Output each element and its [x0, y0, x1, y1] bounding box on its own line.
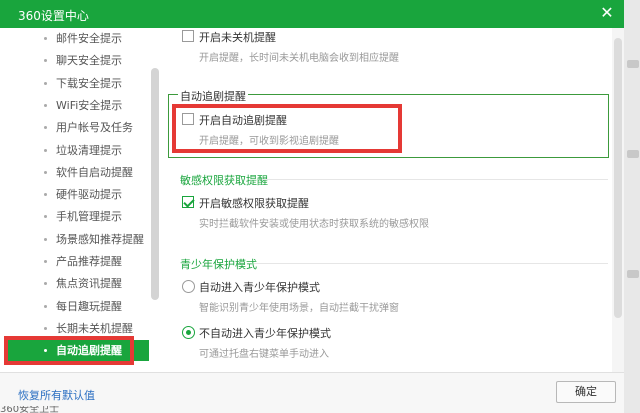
- sidebar: 邮件安全提示 聊天安全提示 下载安全提示 WiFi安全提示 用户帐号及任务 垃圾清理提示软…: [4, 28, 159, 372]
- sidebar-item[interactable]: 每日趣玩提醒: [4, 296, 149, 317]
- bullet-icon: [44, 103, 47, 107]
- sidebar-item-label: 垃圾清理提示: [56, 143, 122, 157]
- sidebar-item[interactable]: 手机管理提示: [4, 206, 149, 227]
- permission-section-title: 敏感权限获取提醒: [180, 174, 268, 187]
- sidebar-item-label: 下载安全提示: [56, 76, 122, 90]
- sidebar-item[interactable]: 焦点资讯提醒: [4, 273, 149, 294]
- sidebar-item-label: 产品推荐提醒: [56, 255, 122, 268]
- close-icon[interactable]: ✕: [598, 4, 616, 22]
- sidebar-item[interactable]: 软件自启动提醒: [4, 162, 149, 183]
- bullet-icon: [44, 237, 47, 241]
- bullet-icon: [44, 260, 47, 263]
- bullet-icon: [44, 170, 47, 174]
- shutdown-reminder-checkbox[interactable]: [182, 30, 194, 42]
- teen-auto-radio[interactable]: [182, 280, 195, 293]
- bullet-icon: [44, 282, 47, 286]
- sidebar-item-label: 场景感知推荐提醒: [56, 232, 144, 246]
- sidebar-item-label: WiFi安全提示: [56, 98, 123, 112]
- permission-reminder-label: 开启敏感权限获取提醒: [199, 197, 309, 210]
- settings-window: 360设置中心 ✕ 邮件安全提示 聊天安全提示 下载安全提示 WiFi安全提示 用户帐号…: [0, 0, 624, 413]
- title-bar: 360设置中心 ✕: [0, 0, 624, 28]
- sidebar-item-label: 手机管理提示: [56, 210, 122, 224]
- bullet-icon: [44, 37, 47, 40]
- teen-manual-desc: 可通过托盘右键菜单手动进入: [199, 349, 329, 360]
- bullet-icon: [44, 81, 47, 85]
- section-divider: [262, 179, 608, 180]
- sidebar-item[interactable]: 邮件安全提示: [4, 28, 149, 49]
- teen-section-title: 青少年保护模式: [180, 258, 257, 271]
- background-window-edge: [624, 0, 640, 413]
- sidebar-item-label: 邮件安全提示: [56, 32, 122, 45]
- footer: 恢复所有默认值 确定: [0, 372, 624, 413]
- bullet-icon: [44, 126, 47, 130]
- main-scrollbar-thumb[interactable]: [614, 38, 622, 318]
- teen-auto-desc: 智能识别青少年使用场景，自动拦截干扰弹窗: [199, 303, 399, 314]
- bullet-icon: [44, 59, 47, 63]
- teen-auto-label: 自动进入青少年保护模式: [199, 281, 320, 294]
- restore-defaults-link[interactable]: 恢复所有默认值: [18, 387, 95, 403]
- background-control: [627, 60, 639, 68]
- permission-reminder-checkbox[interactable]: [182, 196, 194, 208]
- sidebar-item[interactable]: 垃圾清理提示: [4, 140, 149, 161]
- bullet-icon: [44, 215, 47, 219]
- sidebar-scrollbar[interactable]: [151, 68, 159, 300]
- sidebar-item-label: 软件自启动提醒: [56, 165, 133, 179]
- highlight-box-drama: [172, 104, 402, 153]
- window-title: 360设置中心: [18, 9, 89, 23]
- background-control: [627, 270, 639, 278]
- bullet-icon: [44, 326, 47, 330]
- sidebar-item-label: 焦点资讯提醒: [56, 277, 122, 291]
- bullet-icon: [44, 193, 47, 197]
- ok-button[interactable]: 确定: [556, 381, 616, 403]
- sidebar-item-label: 每日趣玩提醒: [56, 299, 122, 313]
- sidebar-item-label: 硬件驱动提示: [56, 188, 122, 202]
- sidebar-item[interactable]: 聊天安全提示: [4, 50, 149, 71]
- bullet-icon: [44, 148, 47, 152]
- shutdown-reminder-desc: 开启提醒，长时间未关机电脑会收到相应提醒: [199, 53, 399, 64]
- sidebar-item[interactable]: WiFi安全提示: [4, 95, 149, 116]
- sidebar-item-label: 聊天安全提示: [56, 54, 122, 68]
- highlight-box-sidebar: [4, 336, 134, 366]
- sidebar-item[interactable]: 场景感知推荐提醒: [4, 229, 149, 250]
- teen-manual-radio[interactable]: [182, 326, 195, 339]
- background-control: [627, 150, 639, 158]
- teen-manual-label: 不自动进入青少年保护模式: [199, 327, 331, 340]
- sidebar-item[interactable]: 用户帐号及任务: [4, 117, 149, 138]
- background-app-text: 360安全卫士: [0, 406, 60, 413]
- permission-reminder-desc: 实时拦截软件安装或使用状态时获取系统的敏感权限: [199, 219, 429, 230]
- drama-section-title: 自动追剧提醒: [178, 88, 248, 104]
- sidebar-item[interactable]: 产品推荐提醒: [4, 251, 149, 272]
- sidebar-item-label: 长期未关机提醒: [56, 321, 133, 335]
- section-divider: [254, 263, 608, 264]
- sidebar-item[interactable]: 硬件驱动提示: [4, 184, 149, 205]
- bullet-icon: [44, 304, 47, 308]
- shutdown-reminder-label: 开启未关机提醒: [199, 31, 276, 44]
- sidebar-item-label: 用户帐号及任务: [56, 121, 133, 135]
- sidebar-item[interactable]: 下载安全提示: [4, 73, 149, 94]
